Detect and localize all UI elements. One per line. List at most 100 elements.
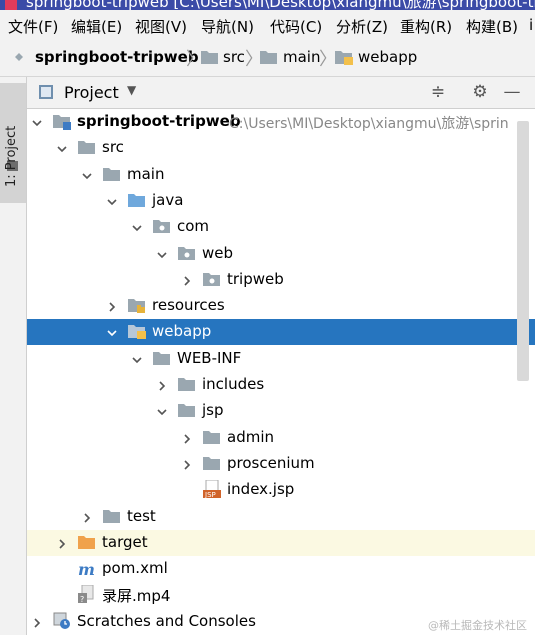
tree-row-label: includes	[202, 375, 265, 393]
watermark: @稀土掘金技术社区	[428, 619, 527, 632]
folder-icon	[203, 456, 220, 470]
chevron-right-icon[interactable]	[181, 431, 193, 444]
project-tab-label: 1: Project	[4, 125, 19, 187]
folder-icon	[201, 51, 218, 64]
menu-more[interactable]: i	[529, 16, 533, 34]
chevron-down-icon[interactable]	[156, 404, 168, 416]
tree-row-webapp[interactable]: webapp	[27, 319, 535, 345]
menu-code[interactable]: 代码(C)	[270, 16, 322, 37]
app-icon	[5, 0, 17, 10]
tree-row-tripweb[interactable]: tripweb	[27, 267, 535, 293]
chevron-down-icon[interactable]	[131, 352, 143, 364]
tree-scrollbar[interactable]	[517, 121, 529, 381]
unknown-file-icon: ?	[78, 584, 95, 604]
folder-icon	[260, 51, 277, 64]
folder-icon	[178, 403, 195, 417]
menu-bar: 文件(F) 编辑(E) 视图(V) 导航(N) 代码(C) 分析(Z) 重构(R…	[0, 10, 535, 40]
tree-row-admin[interactable]: admin	[27, 425, 535, 451]
folder-icon	[103, 167, 120, 181]
breadcrumb-src[interactable]: src	[223, 48, 245, 66]
breadcrumb-project[interactable]: springboot-tripweb	[35, 48, 199, 66]
navigation-bar: springboot-tripweb 〉 src 〉 main 〉 webapp	[0, 40, 535, 77]
folder-icon	[203, 430, 220, 444]
gear-icon[interactable]: ⚙	[469, 81, 491, 103]
menu-file[interactable]: 文件(F)	[8, 16, 58, 37]
tree-row-springboot-tripweb[interactable]: springboot-tripweb C:\Users\MI\Desktop\xi…	[27, 109, 535, 135]
menu-build[interactable]: 构建(B)	[466, 16, 518, 37]
chevron-right-icon[interactable]	[106, 299, 118, 312]
tree-row-mp4[interactable]: ? 录屏.mp4	[27, 582, 535, 608]
chevron-right-icon[interactable]	[31, 615, 43, 628]
tree-row-main[interactable]: main	[27, 162, 535, 188]
folder-icon	[78, 140, 95, 154]
project-dot-icon	[15, 53, 23, 61]
maven-file-icon: m	[78, 560, 95, 579]
svg-text:m: m	[78, 561, 94, 577]
chevron-down-icon[interactable]	[81, 168, 93, 180]
menu-view[interactable]: 视图(V)	[135, 16, 187, 37]
tree-row-label: 录屏.mp4	[102, 587, 171, 605]
menu-edit[interactable]: 编辑(E)	[71, 16, 122, 37]
chevron-right-icon[interactable]	[81, 510, 93, 523]
project-view-icon	[39, 85, 53, 99]
project-tree: springboot-tripweb C:\Users\MI\Desktop\xi…	[27, 109, 535, 635]
menu-refactor[interactable]: 重构(R)	[400, 16, 452, 37]
tree-row-label: test	[127, 507, 156, 525]
tree-row-com[interactable]: com	[27, 214, 535, 240]
tree-row-label: admin	[227, 428, 274, 446]
tree-row-label: WEB-INF	[177, 349, 242, 367]
chevron-down-icon[interactable]	[56, 141, 68, 153]
tree-row-pom-xml[interactable]: m pom.xml	[27, 556, 535, 582]
breadcrumb-webapp[interactable]: webapp	[358, 48, 417, 66]
chevron-down-icon[interactable]	[131, 220, 143, 232]
folder-icon	[153, 351, 170, 365]
chevron-down-icon[interactable]: ▼	[127, 83, 136, 97]
menu-navigate[interactable]: 导航(N)	[201, 16, 254, 37]
folder-icon	[178, 377, 195, 391]
menu-analyze[interactable]: 分析(Z)	[336, 16, 388, 37]
module-folder-icon	[53, 114, 71, 130]
tree-row-label: Scratches and Consoles	[77, 612, 256, 630]
project-panel-header: Project ▼ ≑ ⚙ —	[27, 77, 535, 109]
chevron-down-icon[interactable]	[31, 115, 43, 127]
tree-row-label: web	[202, 244, 234, 262]
chevron-down-icon[interactable]	[106, 325, 118, 337]
tree-row-label: tripweb	[227, 270, 284, 288]
chevron-right-icon[interactable]	[156, 378, 168, 391]
chevron-right-icon[interactable]	[181, 273, 193, 286]
chevron-right-icon[interactable]	[181, 457, 193, 470]
window-title: springboot-tripweb [C:\Users\MI\Desktop\…	[26, 0, 535, 10]
project-tool-tab[interactable]: 1: Project	[0, 83, 26, 203]
package-icon	[153, 219, 170, 233]
web-folder-icon	[128, 324, 146, 339]
tree-row-index-jsp[interactable]: JSP index.jsp	[27, 477, 535, 503]
tree-row-includes[interactable]: includes	[27, 372, 535, 398]
breadcrumb-main[interactable]: main	[283, 48, 320, 66]
tree-row-label: resources	[152, 296, 225, 314]
tree-row-java[interactable]: java	[27, 188, 535, 214]
tree-row-proscenium[interactable]: proscenium	[27, 451, 535, 477]
tree-row-label: webapp	[152, 322, 212, 340]
tree-row-label: main	[127, 165, 165, 183]
chevron-down-icon[interactable]	[106, 194, 118, 206]
tree-row-label: java	[152, 191, 184, 209]
tree-row-resources[interactable]: resources	[27, 293, 535, 319]
tree-row-label: src	[102, 138, 124, 156]
tree-row-target[interactable]: target	[27, 530, 535, 556]
chevron-down-icon[interactable]	[156, 247, 168, 259]
chevron-right-icon[interactable]	[56, 536, 68, 549]
package-icon	[178, 246, 195, 260]
project-panel-title[interactable]: Project	[64, 83, 119, 102]
package-icon	[203, 272, 220, 286]
source-folder-icon	[128, 193, 145, 207]
collapse-all-icon[interactable]: ≑	[427, 81, 449, 103]
tree-row-label: springboot-tripweb	[77, 112, 241, 130]
tree-row-test[interactable]: test	[27, 504, 535, 530]
minimize-icon[interactable]: —	[501, 81, 523, 103]
tree-row-src[interactable]: src	[27, 135, 535, 161]
tree-row-jsp[interactable]: jsp	[27, 398, 535, 424]
excluded-folder-icon	[78, 535, 95, 549]
tree-row-web-inf[interactable]: WEB-INF	[27, 346, 535, 372]
tree-row-web[interactable]: web	[27, 241, 535, 267]
tree-row-label: target	[102, 533, 148, 551]
